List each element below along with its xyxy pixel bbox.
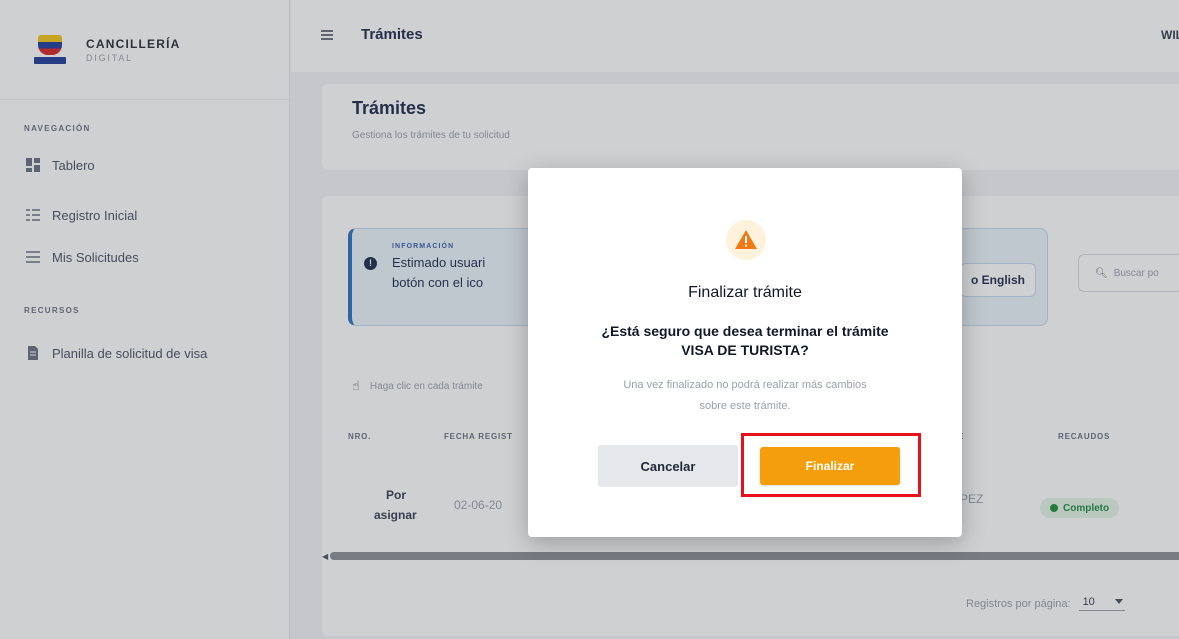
highlight-box <box>741 433 921 497</box>
dialog-description: Una vez finalizado no podrá realizar más… <box>623 379 867 391</box>
cancel-button[interactable]: Cancelar <box>598 445 738 487</box>
dialog-question: ¿Está seguro que desea terminar el trámi… <box>601 323 889 339</box>
dialog-question: VISA DE TURISTA? <box>681 342 809 358</box>
dialog-description: sobre este trámite. <box>699 400 791 412</box>
dialog-title: Finalizar trámite <box>688 284 802 301</box>
warning-icon <box>726 220 766 260</box>
